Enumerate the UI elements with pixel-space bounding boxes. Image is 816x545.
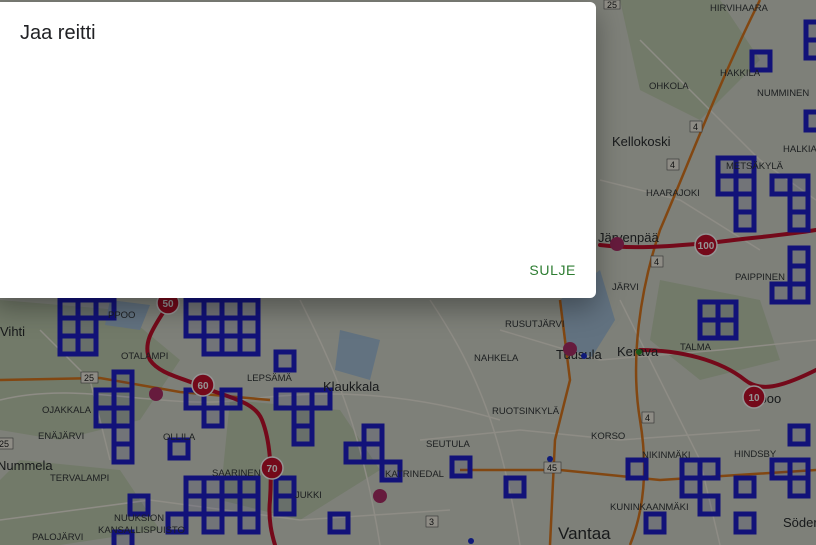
share-route-dialog: Jaa reitti SULJE: [0, 2, 596, 298]
close-button[interactable]: SULJE: [529, 260, 576, 280]
dialog-title: Jaa reitti: [20, 22, 96, 44]
